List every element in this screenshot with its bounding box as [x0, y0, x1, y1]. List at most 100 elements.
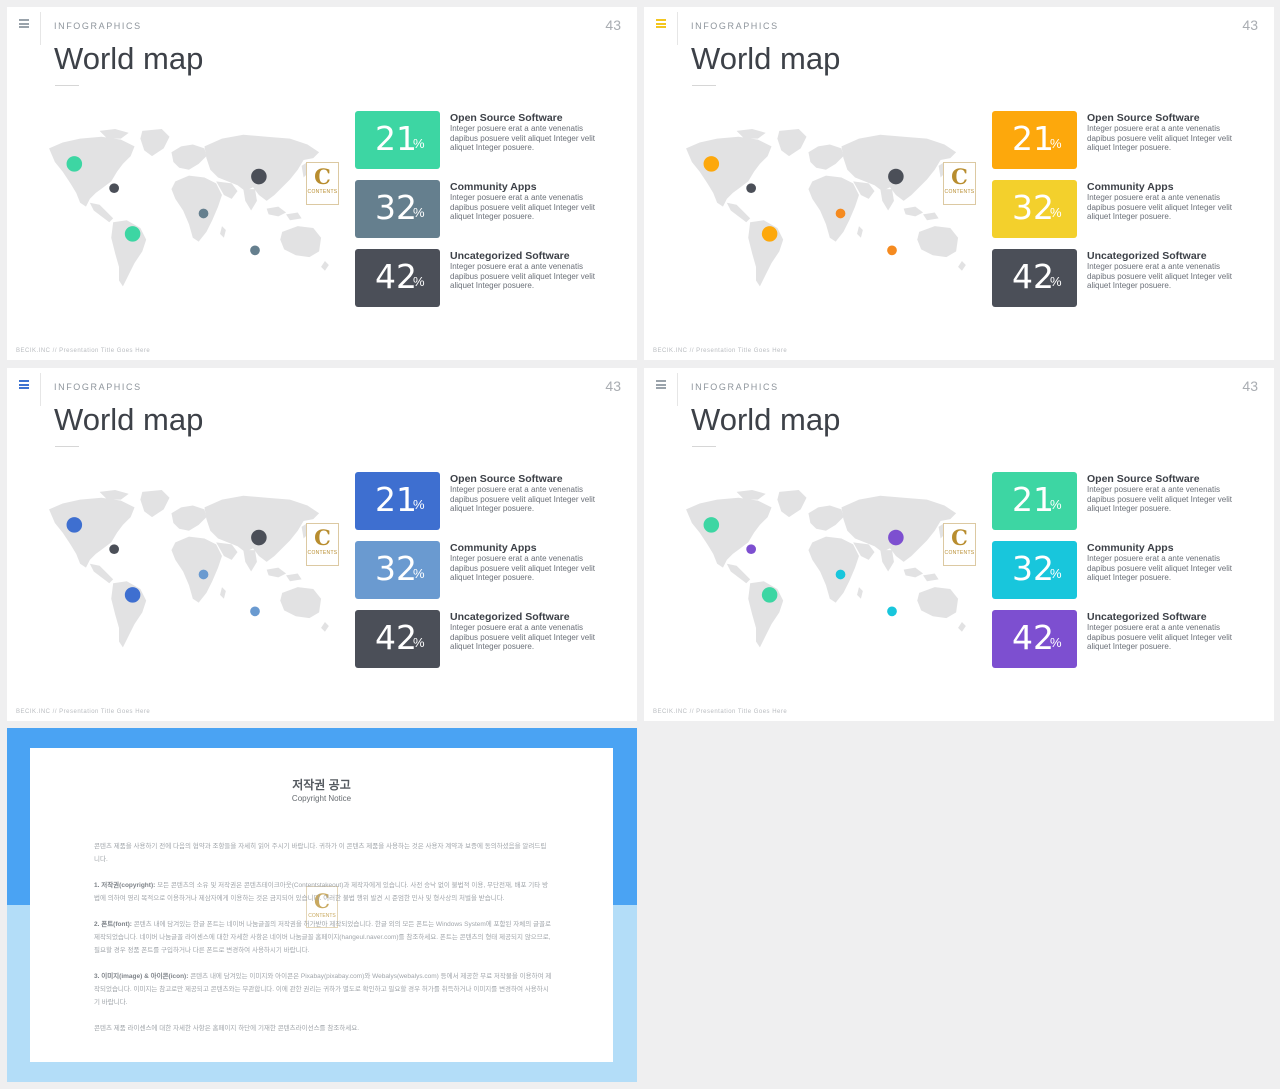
map-marker[interactable] — [66, 517, 83, 533]
menu-icon[interactable] — [19, 19, 29, 28]
map-marker[interactable] — [109, 183, 119, 194]
slide[interactable]: INFOGRAPHICS 43 World map C CONTENTS 21 … — [644, 7, 1274, 360]
stat-description: Integer posuere erat a ante venenatis da… — [1087, 623, 1232, 651]
title-underline — [692, 446, 716, 447]
world-map — [686, 489, 966, 648]
header-divider — [40, 12, 41, 45]
stat-unit: % — [1050, 497, 1062, 512]
map-marker[interactable] — [835, 208, 846, 219]
map-marker[interactable] — [746, 544, 756, 555]
world-map — [49, 489, 329, 648]
slide-tag: INFOGRAPHICS — [54, 382, 142, 392]
map-marker[interactable] — [250, 606, 260, 617]
slide-tag: INFOGRAPHICS — [54, 21, 142, 31]
stat-value: 21 — [1012, 480, 1054, 519]
stat-description: Integer posuere erat a ante venenatis da… — [1087, 262, 1232, 290]
slide[interactable]: INFOGRAPHICS 43 World map C CONTENTS 21 … — [644, 368, 1274, 721]
stat-unit: % — [1050, 635, 1062, 650]
page-number: 43 — [605, 378, 621, 394]
notice-copyright: 1. 저작권(copyright): 모든 콘텐츠의 소유 및 저작권은 콘텐츠… — [94, 882, 549, 902]
slide-title: World map — [54, 402, 204, 437]
notice-intro: 콘텐츠 제품을 사용하기 전에 다음의 협약과 조항들을 자세히 읽어 주시기 … — [94, 843, 547, 863]
map-marker[interactable] — [251, 168, 267, 185]
stat-label: Community Apps — [450, 542, 537, 554]
stat-description: Integer posuere erat a ante venenatis da… — [450, 124, 595, 152]
header-divider — [677, 373, 678, 406]
notice-font: 2. 폰트(font): 콘텐츠 내에 담겨있는 한글 폰트는 네이버 나눔글꼴… — [94, 921, 551, 954]
stat-label: Community Apps — [1087, 542, 1174, 554]
copyright-notice-slide[interactable]: 저작권 공고 Copyright Notice C CONTENTS 콘텐츠 제… — [7, 728, 637, 1082]
stat-unit: % — [1050, 566, 1062, 581]
map-marker[interactable] — [761, 226, 778, 242]
slide-footer: BECIK.INC // Presentation Title Goes Her… — [653, 709, 788, 715]
map-marker[interactable] — [703, 517, 720, 533]
map-marker[interactable] — [761, 587, 778, 603]
stat-unit: % — [1050, 136, 1062, 151]
stat-label: Uncategorized Software — [1087, 611, 1207, 623]
title-underline — [55, 446, 79, 447]
contents-logo: C CONTENTS — [943, 162, 976, 205]
stat-box-community-apps: 32 % — [992, 180, 1077, 238]
slide-footer: BECIK.INC // Presentation Title Goes Her… — [16, 348, 151, 354]
slide-title: World map — [691, 41, 841, 76]
slide-title: World map — [54, 41, 204, 76]
map-marker[interactable] — [66, 156, 83, 172]
map-marker[interactable] — [250, 245, 260, 256]
world-map — [686, 128, 966, 287]
stat-box-open-source: 21 % — [992, 111, 1077, 169]
page-number: 43 — [605, 17, 621, 33]
stat-unit: % — [413, 136, 425, 151]
stat-unit: % — [413, 566, 425, 581]
stat-box-uncategorized: 42 % — [355, 610, 440, 668]
stat-description: Integer posuere erat a ante venenatis da… — [450, 554, 595, 582]
notice-subtitle: Copyright Notice — [291, 794, 352, 803]
menu-icon[interactable] — [19, 380, 29, 389]
notice-body: 콘텐츠 제품을 사용하기 전에 다음의 협약과 조항들을 자세히 읽어 주시기 … — [94, 840, 552, 1048]
stat-unit: % — [1050, 205, 1062, 220]
notice-paper: 저작권 공고 Copyright Notice C CONTENTS 콘텐츠 제… — [30, 748, 613, 1062]
menu-icon[interactable] — [656, 380, 666, 389]
map-marker[interactable] — [746, 183, 756, 194]
map-marker[interactable] — [198, 569, 209, 580]
map-marker[interactable] — [887, 245, 897, 256]
stat-value: 32 — [1012, 188, 1054, 227]
stat-description: Integer posuere erat a ante venenatis da… — [450, 623, 595, 651]
stat-description: Integer posuere erat a ante venenatis da… — [1087, 554, 1232, 582]
map-marker[interactable] — [124, 226, 141, 242]
contents-logo: C CONTENTS — [943, 523, 976, 566]
map-marker[interactable] — [703, 156, 720, 172]
stat-description: Integer posuere erat a ante venenatis da… — [450, 485, 595, 513]
page-number: 43 — [1242, 378, 1258, 394]
stat-box-uncategorized: 42 % — [355, 249, 440, 307]
map-marker[interactable] — [888, 529, 904, 546]
stat-box-open-source: 21 % — [355, 111, 440, 169]
map-marker[interactable] — [251, 529, 267, 546]
stat-box-uncategorized: 42 % — [992, 610, 1077, 668]
stat-description: Integer posuere erat a ante venenatis da… — [1087, 193, 1232, 221]
map-marker[interactable] — [124, 587, 141, 603]
map-marker[interactable] — [887, 606, 897, 617]
map-marker[interactable] — [198, 208, 209, 219]
stat-box-community-apps: 32 % — [992, 541, 1077, 599]
stat-box-uncategorized: 42 % — [992, 249, 1077, 307]
notice-outro: 콘텐츠 제품 라이센스에 대한 자세한 사항은 홈페이지 하단에 기재한 콘텐츠… — [94, 1025, 360, 1032]
stat-value: 21 — [1012, 119, 1054, 158]
slide[interactable]: INFOGRAPHICS 43 World map C CONTENTS 21 … — [7, 368, 637, 721]
stat-label: Uncategorized Software — [1087, 250, 1207, 262]
slide[interactable]: INFOGRAPHICS 43 World map C CONTENTS 21 … — [7, 7, 637, 360]
notice-title: 저작권 공고 — [292, 778, 351, 792]
map-marker[interactable] — [888, 168, 904, 185]
header-divider — [677, 12, 678, 45]
map-marker[interactable] — [835, 569, 846, 580]
stat-label: Open Source Software — [1087, 112, 1200, 124]
stat-value: 42 — [1012, 257, 1054, 296]
stat-value: 42 — [375, 257, 417, 296]
map-marker[interactable] — [109, 544, 119, 555]
stat-unit: % — [413, 205, 425, 220]
stat-description: Integer posuere erat a ante venenatis da… — [1087, 485, 1232, 513]
stat-label: Community Apps — [1087, 181, 1174, 193]
stat-label: Open Source Software — [450, 112, 563, 124]
stat-box-community-apps: 32 % — [355, 180, 440, 238]
menu-icon[interactable] — [656, 19, 666, 28]
stat-unit: % — [413, 274, 425, 289]
